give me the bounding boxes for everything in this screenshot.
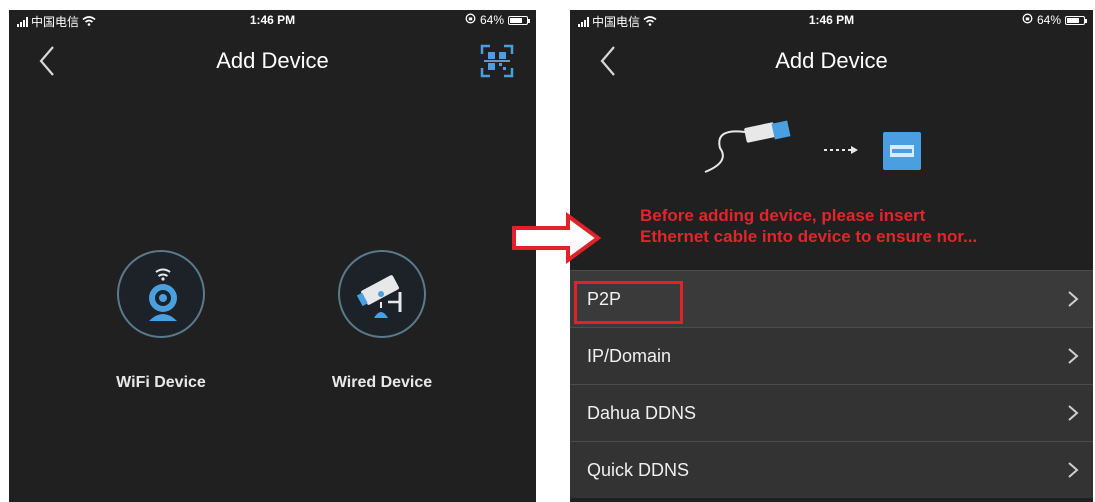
ethernet-illustration: [570, 120, 1093, 200]
warning-line-2: Ethernet cable into device to ensure nor…: [640, 227, 978, 246]
chevron-right-icon: [1068, 291, 1079, 307]
dashed-arrow-icon: [824, 146, 858, 154]
battery-icon: [508, 15, 530, 25]
battery-icon: [1065, 15, 1087, 25]
add-device-screen-right: 中国电信 1:46 PM 64% Add Device Before addin…: [570, 10, 1093, 502]
ethernet-port-icon: [883, 132, 921, 170]
chevron-right-icon: [1068, 462, 1079, 478]
status-bar: 中国电信 1:46 PM 64%: [9, 10, 536, 30]
method-label: Quick DDNS: [587, 460, 690, 480]
highlight-box: [574, 281, 683, 324]
chevron-right-icon: [1068, 405, 1079, 421]
nav-bar: Add Device: [9, 30, 536, 88]
method-label: IP/Domain: [587, 346, 672, 366]
status-bar: 中国电信 1:46 PM 64%: [570, 10, 1093, 30]
method-ip-domain[interactable]: IP/Domain: [570, 327, 1093, 384]
method-quick-ddns[interactable]: Quick DDNS: [570, 441, 1093, 498]
nav-bar: Add Device: [570, 30, 1093, 88]
qr-scan-icon: [480, 44, 514, 78]
wifi-device-button[interactable]: [117, 250, 205, 338]
warning-line-1: Before adding device, please insert: [640, 206, 926, 225]
wired-device-option[interactable]: Wired Device: [292, 250, 472, 392]
wired-camera-icon: [356, 275, 402, 318]
method-p2p[interactable]: P2P: [570, 270, 1093, 327]
lock-rotation-icon: [1022, 13, 1033, 27]
method-dahua-ddns[interactable]: Dahua DDNS: [570, 384, 1093, 441]
lock-rotation-icon: [465, 13, 476, 27]
battery-percent: 64%: [479, 13, 504, 27]
page-title: Add Device: [216, 48, 329, 73]
page-title: Add Device: [775, 48, 888, 73]
wifi-camera-icon: [149, 268, 177, 321]
wifi-device-label: WiFi Device: [116, 374, 206, 391]
method-label: Dahua DDNS: [587, 403, 697, 423]
chevron-right-icon: [1068, 348, 1079, 364]
wifi-device-option[interactable]: WiFi Device: [71, 250, 251, 392]
add-method-list: P2P IP/Domain Dahua DDNS Quick DDNS: [570, 270, 1093, 498]
transition-arrow-icon: [512, 212, 602, 264]
wired-device-button[interactable]: [338, 250, 426, 338]
ethernet-warning: Before adding device, please insert Ethe…: [640, 205, 977, 247]
scan-button[interactable]: [480, 44, 514, 78]
status-time: 1:46 PM: [808, 13, 855, 27]
battery-percent: 64%: [1036, 13, 1061, 27]
wired-device-label: Wired Device: [331, 374, 433, 391]
ethernet-cable-icon: [704, 120, 791, 173]
status-time: 1:46 PM: [249, 13, 296, 27]
add-device-screen-left: 中国电信 1:46 PM 64% Add Device WiFi Device …: [9, 10, 536, 502]
